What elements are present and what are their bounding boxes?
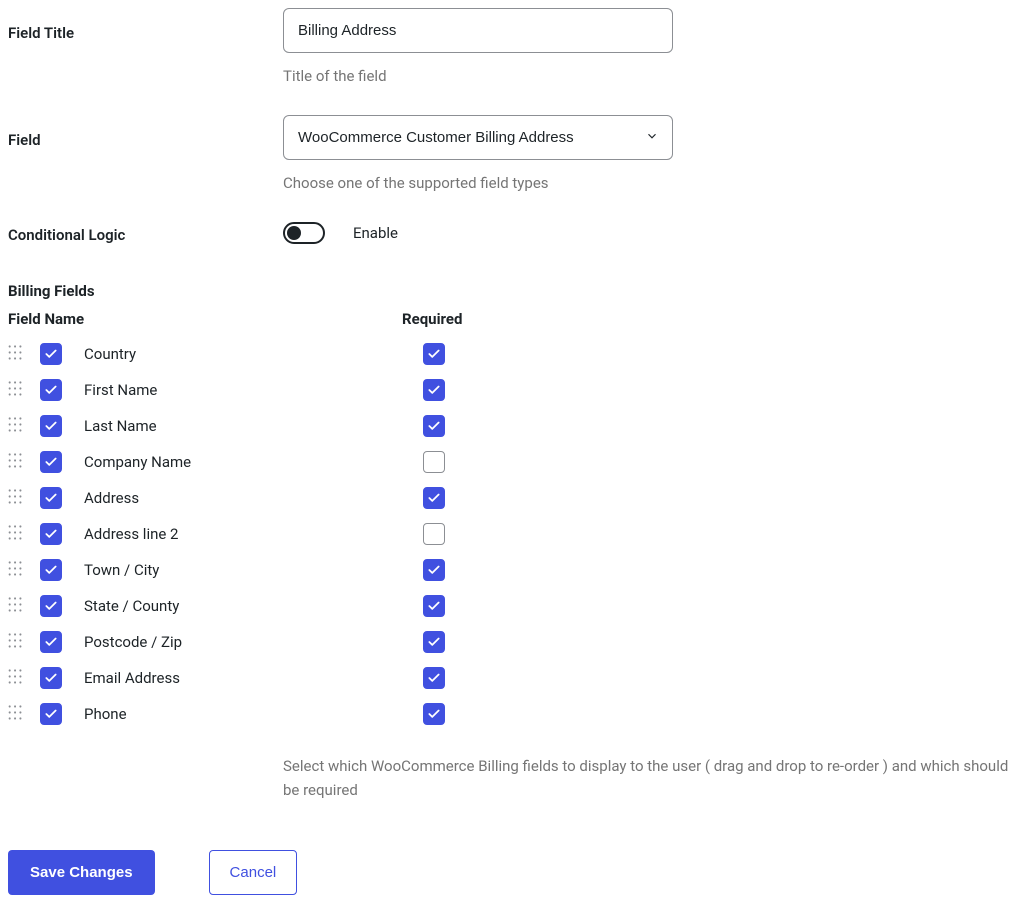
required-cell [404,379,470,401]
drag-handle-icon[interactable]: ••••••••• [8,453,40,471]
field-enabled-checkbox[interactable] [40,667,62,689]
field-name-label: Email Address [84,669,404,687]
required-cell [404,703,470,725]
save-button[interactable]: Save Changes [8,850,155,895]
required-cell [404,487,470,509]
drag-handle-icon[interactable]: ••••••••• [8,669,40,687]
billing-field-row: ••••••••• Postcode / Zip [8,624,1016,660]
billing-field-row: ••••••••• Town / City [8,552,1016,588]
conditional-logic-enable-label: Enable [353,224,398,242]
field-required-checkbox[interactable] [423,487,445,509]
drag-handle-icon[interactable]: ••••••••• [8,417,40,435]
field-required-checkbox[interactable] [423,523,445,545]
field-name-label: Town / City [84,561,404,579]
field-title-label: Field Title [8,8,283,42]
conditional-logic-toggle[interactable] [283,222,325,244]
field-select-row: Field WooCommerce Customer Billing Addre… [8,115,1016,192]
billing-field-row: ••••••••• Company Name [8,444,1016,480]
billing-field-row: ••••••••• Last Name [8,408,1016,444]
header-field-name: Field Name [8,310,402,328]
field-title-row: Field Title Title of the field [8,8,1016,85]
field-required-checkbox[interactable] [423,415,445,437]
drag-handle-icon[interactable]: ••••••••• [8,525,40,543]
field-type-select[interactable]: WooCommerce Customer Billing Address [283,115,673,160]
billing-field-row: ••••••••• State / County [8,588,1016,624]
field-name-label: Company Name [84,453,404,471]
field-required-checkbox[interactable] [423,631,445,653]
required-cell [404,343,470,365]
required-cell [404,559,470,581]
button-row: Save Changes Cancel [8,850,1016,895]
billing-field-row: ••••••••• Address [8,480,1016,516]
billing-fields-list: •••••••••Country•••••••••First Name•••••… [8,336,1016,732]
required-cell [404,451,470,473]
field-required-checkbox[interactable] [423,559,445,581]
field-enabled-checkbox[interactable] [40,595,62,617]
required-cell [404,631,470,653]
conditional-logic-row: Conditional Logic Enable [8,222,1016,244]
field-title-helper: Title of the field [283,67,1016,85]
field-enabled-checkbox[interactable] [40,487,62,509]
field-enabled-checkbox[interactable] [40,559,62,581]
field-enabled-checkbox[interactable] [40,703,62,725]
field-name-label: Address line 2 [84,525,404,543]
drag-handle-icon[interactable]: ••••••••• [8,381,40,399]
field-select-label: Field [8,115,283,149]
conditional-logic-label: Conditional Logic [8,222,283,244]
field-select-helper: Choose one of the supported field types [283,174,1016,192]
billing-fields-helper: Select which WooCommerce Billing fields … [283,754,1016,802]
field-enabled-checkbox[interactable] [40,379,62,401]
field-name-label: Postcode / Zip [84,633,404,651]
field-required-checkbox[interactable] [423,667,445,689]
field-required-checkbox[interactable] [423,703,445,725]
field-name-label: Country [84,345,404,363]
cancel-button[interactable]: Cancel [209,850,298,895]
field-required-checkbox[interactable] [423,595,445,617]
drag-handle-icon[interactable]: ••••••••• [8,561,40,579]
drag-handle-icon[interactable]: ••••••••• [8,705,40,723]
field-name-label: First Name [84,381,404,399]
field-enabled-checkbox[interactable] [40,343,62,365]
field-enabled-checkbox[interactable] [40,451,62,473]
field-name-label: Phone [84,705,404,723]
toggle-knob-icon [287,226,301,240]
billing-field-row: ••••••••• Email Address [8,660,1016,696]
required-cell [404,415,470,437]
field-name-label: Address [84,489,404,507]
required-cell [404,667,470,689]
billing-field-row: ••••••••• First Name [8,372,1016,408]
field-select-input-col: WooCommerce Customer Billing Address Cho… [283,115,1016,192]
field-enabled-checkbox[interactable] [40,631,62,653]
field-enabled-checkbox[interactable] [40,415,62,437]
required-cell [404,523,470,545]
billing-fields-title: Billing Fields [8,282,1016,300]
field-required-checkbox[interactable] [423,343,445,365]
billing-field-row: ••••••••• Phone [8,696,1016,732]
conditional-logic-input-col: Enable [283,222,1016,244]
drag-handle-icon[interactable]: ••••••••• [8,633,40,651]
field-select-wrapper: WooCommerce Customer Billing Address [283,115,673,160]
field-name-label: State / County [84,597,404,615]
drag-handle-icon[interactable]: ••••••••• [8,345,40,363]
field-name-label: Last Name [84,417,404,435]
billing-fields-header: Field Name Required [8,310,1016,328]
field-required-checkbox[interactable] [423,451,445,473]
required-cell [404,595,470,617]
drag-handle-icon[interactable]: ••••••••• [8,489,40,507]
billing-field-row: ••••••••• Country [8,336,1016,372]
header-required: Required [402,310,1016,328]
field-title-input-col: Title of the field [283,8,1016,85]
field-title-input[interactable] [283,8,673,53]
field-required-checkbox[interactable] [423,379,445,401]
field-enabled-checkbox[interactable] [40,523,62,545]
billing-field-row: ••••••••• Address line 2 [8,516,1016,552]
drag-handle-icon[interactable]: ••••••••• [8,597,40,615]
